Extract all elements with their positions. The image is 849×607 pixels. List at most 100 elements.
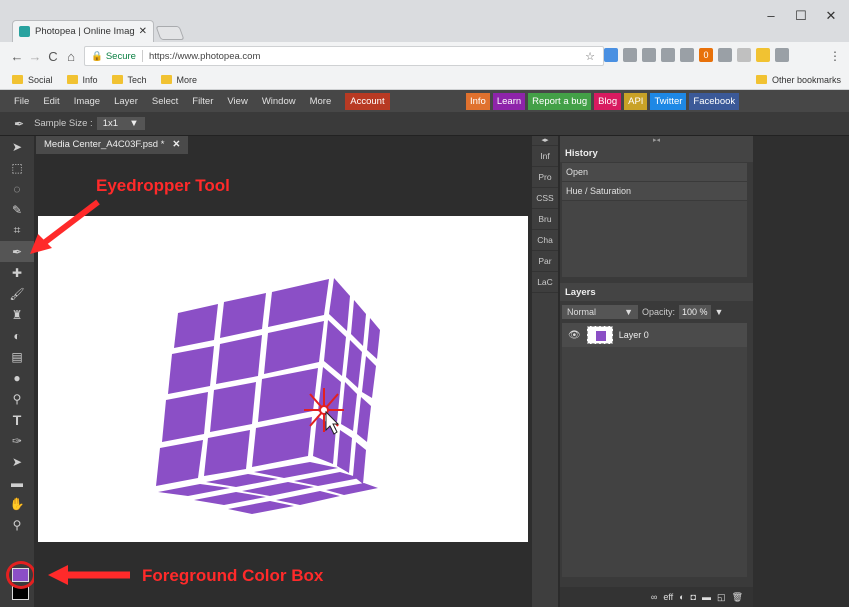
image-canvas[interactable] <box>38 216 528 542</box>
link-pill-api[interactable]: API <box>624 93 648 110</box>
bookmark-star-icon[interactable]: ☆ <box>585 50 595 63</box>
omnibox[interactable]: 🔒 Secure https://www.photopea.com ☆ <box>84 46 604 66</box>
link-pill-report-a-bug[interactable]: Report a bug <box>528 93 592 110</box>
shape-tool-icon[interactable]: ▬ <box>0 472 34 493</box>
layer-row[interactable]: 👁 Layer 0 <box>562 323 747 347</box>
forward-button[interactable]: → <box>26 49 44 64</box>
new-tab-button[interactable] <box>155 26 185 40</box>
mini-panel-tab[interactable]: Bru <box>532 209 558 230</box>
link-pill-info[interactable]: Info <box>466 93 490 110</box>
menu-view[interactable]: View <box>227 96 247 107</box>
maximize-button[interactable]: ☐ <box>786 8 816 24</box>
menu-window[interactable]: Window <box>262 96 296 107</box>
link-pill-facebook[interactable]: Facebook <box>689 93 740 110</box>
link-pill-learn[interactable]: Learn <box>492 93 526 110</box>
extension-icon[interactable] <box>680 48 694 62</box>
menu-filter[interactable]: Filter <box>192 96 213 107</box>
layers-empty-area <box>562 347 747 577</box>
extension-icon[interactable] <box>737 48 751 62</box>
extension-icon[interactable] <box>775 48 789 62</box>
healing-tool-icon[interactable]: ✚ <box>0 262 34 283</box>
text-tool-icon[interactable]: T <box>0 409 34 430</box>
eraser-tool-icon[interactable]: ◐ <box>0 325 34 346</box>
menu-file[interactable]: File <box>14 96 29 107</box>
document-close-icon[interactable]: ✕ <box>172 139 180 151</box>
extension-icon[interactable] <box>718 48 732 62</box>
mini-panel-collapse-icon[interactable]: ◂▸ <box>532 136 558 146</box>
blur-tool-icon[interactable]: ● <box>0 367 34 388</box>
marquee-tool-icon[interactable]: ⬚ <box>0 157 34 178</box>
home-button[interactable]: ⌂ <box>62 49 80 64</box>
hand-tool-icon[interactable]: ✋ <box>0 493 34 514</box>
menu-more[interactable]: More <box>310 96 332 107</box>
bookmark-folder-more[interactable]: More <box>160 75 197 85</box>
history-item-hue-saturation[interactable]: Hue / Saturation <box>562 182 747 200</box>
menu-image[interactable]: Image <box>74 96 100 107</box>
sample-size-select[interactable]: 1x1 ▼ <box>96 117 145 130</box>
link-pill-blog[interactable]: Blog <box>594 93 622 110</box>
foreground-arrow <box>48 565 130 585</box>
gradient-tool-icon[interactable]: ▤ <box>0 346 34 367</box>
document-tab[interactable]: Media Center_A4C03F.psd * ✕ <box>36 136 189 154</box>
layer-footer-icon[interactable]: ▬ <box>702 592 711 602</box>
reload-button[interactable]: C <box>44 49 62 64</box>
panel-collapse-icon[interactable]: ▸◂ <box>560 136 753 144</box>
opacity-input[interactable]: 100 % <box>679 305 711 319</box>
mini-panel-tab[interactable]: Inf <box>532 146 558 167</box>
dodge-tool-icon[interactable]: ⚲ <box>0 388 34 409</box>
menu-select[interactable]: Select <box>152 96 178 107</box>
document-area: Media Center_A4C03F.psd * ✕ <box>34 136 532 607</box>
minimize-button[interactable]: – <box>756 8 786 23</box>
path-select-tool-icon[interactable]: ➤ <box>0 451 34 472</box>
history-item-open[interactable]: Open <box>562 163 747 181</box>
tab-close-icon[interactable]: ✕ <box>139 26 147 37</box>
opacity-label: Opacity: <box>642 307 676 317</box>
layer-footer-icon[interactable]: ◱ <box>717 592 726 603</box>
extension-icon[interactable] <box>604 48 618 62</box>
mini-panel-tab[interactable]: Pro <box>532 167 558 188</box>
bookmark-folder-info[interactable]: Info <box>66 75 98 85</box>
link-pill-twitter[interactable]: Twitter <box>650 93 687 110</box>
blend-mode-select[interactable]: Normal ▼ <box>562 305 638 319</box>
move-tool-icon[interactable]: ➤ <box>0 136 34 157</box>
mini-panel-tab[interactable]: Par <box>532 251 558 272</box>
layer-footer-icon[interactable]: ◐ <box>679 592 684 602</box>
extension-icon[interactable] <box>756 48 770 62</box>
back-button[interactable]: ← <box>8 49 26 64</box>
eyedropper-option-icon: ✒ <box>14 116 25 131</box>
extension-icon[interactable] <box>642 48 656 62</box>
close-window-button[interactable]: ✕ <box>816 8 846 24</box>
document-tab-title: Media Center_A4C03F.psd * <box>44 139 165 150</box>
layer-footer-icon[interactable]: 🗑 <box>732 592 743 603</box>
secure-label: Secure <box>105 50 136 62</box>
cube-left-face <box>156 279 329 486</box>
eye-visibility-icon[interactable]: 👁 <box>568 330 581 341</box>
mini-panel-tab[interactable]: CSS <box>532 188 558 209</box>
chrome-menu-icon[interactable]: ⋮ <box>829 49 841 63</box>
url-text[interactable]: https://www.photopea.com <box>149 51 260 62</box>
rubiks-cube-image <box>156 278 380 514</box>
account-button[interactable]: Account <box>345 92 390 110</box>
extension-icon[interactable] <box>661 48 675 62</box>
menu-edit[interactable]: Edit <box>43 96 59 107</box>
pen-tool-icon[interactable]: ✑ <box>0 430 34 451</box>
layer-footer-icon[interactable]: ◘ <box>691 592 696 602</box>
menu-layer[interactable]: Layer <box>114 96 138 107</box>
extension-icon[interactable] <box>623 48 637 62</box>
browser-tab[interactable]: Photopea | Online Image ✕ <box>12 20 154 42</box>
right-panels: ▸◂ History Open Hue / Saturation Layers … <box>560 136 753 607</box>
layer-footer-icon[interactable]: eff <box>663 592 673 602</box>
mini-panel-tab[interactable]: Cha <box>532 230 558 251</box>
zoom-tool-icon[interactable]: ⚲ <box>0 514 34 535</box>
layer-footer-icon[interactable]: ∞ <box>651 592 657 602</box>
stamp-tool-icon[interactable]: ♜ <box>0 304 34 325</box>
bookmark-folder-social[interactable]: Social <box>12 75 53 85</box>
bookmark-folder-tech[interactable]: Tech <box>111 75 147 85</box>
mini-panel-tab[interactable]: LaC <box>532 272 558 293</box>
other-bookmarks[interactable]: Other bookmarks <box>755 75 841 85</box>
omnibox-divider <box>141 50 143 62</box>
opacity-dropdown-icon[interactable]: ▼ <box>715 307 724 317</box>
extension-icon[interactable]: 0 <box>699 48 713 62</box>
tool-options-bar: ✒ Sample Size : 1x1 ▼ <box>0 112 849 136</box>
brush-tool-icon[interactable]: 🖌 <box>0 283 34 304</box>
